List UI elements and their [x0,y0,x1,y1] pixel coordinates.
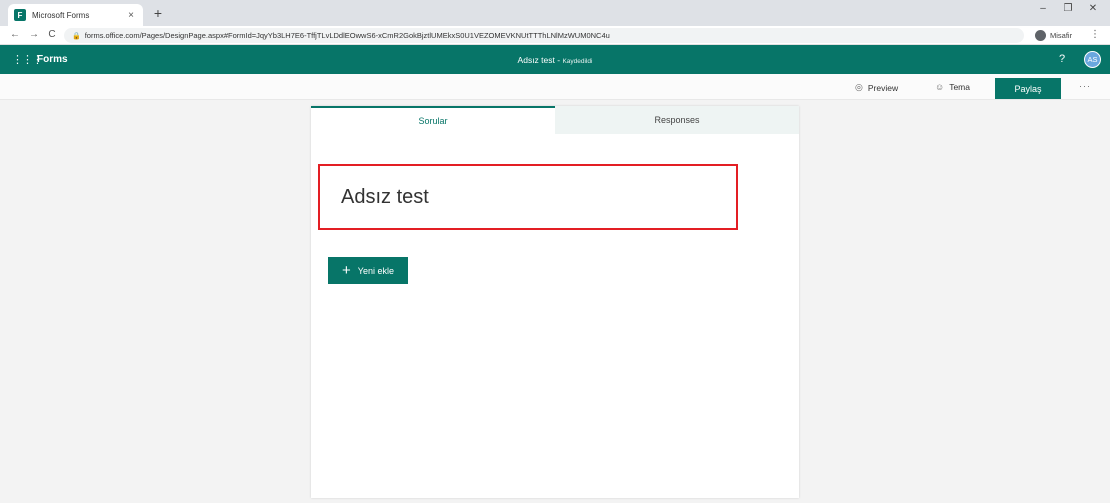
more-options-icon[interactable]: ··· [1079,81,1091,91]
restore-icon[interactable]: ❐ [1058,3,1078,14]
back-icon[interactable]: ← [8,28,22,42]
eye-icon: ◎ [855,82,863,92]
share-button[interactable]: Paylaş [995,78,1061,99]
minimize-icon[interactable]: – [1033,3,1053,14]
lock-icon: 🔒 [72,32,81,40]
profile-button[interactable]: Misafir [1035,28,1072,43]
add-new-label: Yeni ekle [357,265,394,276]
plus-icon: + [342,262,351,279]
forms-header: ⋮⋮⋮ Forms Adsız test - Kaydedildi ? AS [0,45,1110,74]
profile-icon [1035,30,1046,41]
new-tab-button[interactable]: + [150,5,166,21]
url-bar[interactable]: 🔒 forms.office.com/Pages/DesignPage.aspx… [64,28,1024,43]
browser-tab-title: Microsoft Forms [32,10,90,20]
form-title-field[interactable]: Adsız test [318,164,738,230]
theme-button[interactable]: ☺ Tema [935,82,970,92]
command-bar: ◎ Preview ☺ Tema Paylaş ··· [0,74,1110,100]
theme-label: Tema [949,82,970,92]
doc-title: Adsız test - Kaydedildi [0,55,1110,65]
forward-icon[interactable]: → [27,28,41,42]
profile-label: Misafir [1050,31,1073,40]
tab-close-icon[interactable]: × [125,10,137,21]
browser-tabstrip: F Microsoft Forms × + – ❐ ✕ [0,0,1110,26]
save-status: Kaydedildi [562,58,593,65]
forms-favicon-icon: F [14,9,26,21]
reload-icon[interactable]: C [45,28,59,42]
browser-menu-icon[interactable]: ⋮ [1090,28,1100,42]
form-title: Adsız test [341,185,429,208]
tab-questions[interactable]: Sorular [311,106,555,134]
close-window-icon[interactable]: ✕ [1083,3,1103,14]
help-icon[interactable]: ? [1059,53,1065,65]
tab-responses[interactable]: Responses [555,106,799,134]
preview-label: Preview [867,82,899,93]
doc-title-text: Adsız test [517,55,555,65]
palette-icon: ☺ [935,82,945,92]
add-new-button[interactable]: + Yeni ekle [328,257,408,284]
form-card: Sorular Responses Adsız test + Yeni ekle [311,106,799,498]
avatar[interactable]: AS [1084,51,1101,68]
address-bar-row: ← → C 🔒 forms.office.com/Pages/DesignPag… [0,26,1110,45]
preview-button[interactable]: ◎ Preview [855,82,898,93]
browser-tab[interactable]: F Microsoft Forms × [8,4,143,26]
form-tabs: Sorular Responses [311,106,799,134]
url-text: forms.office.com/Pages/DesignPage.aspx#F… [84,31,610,40]
